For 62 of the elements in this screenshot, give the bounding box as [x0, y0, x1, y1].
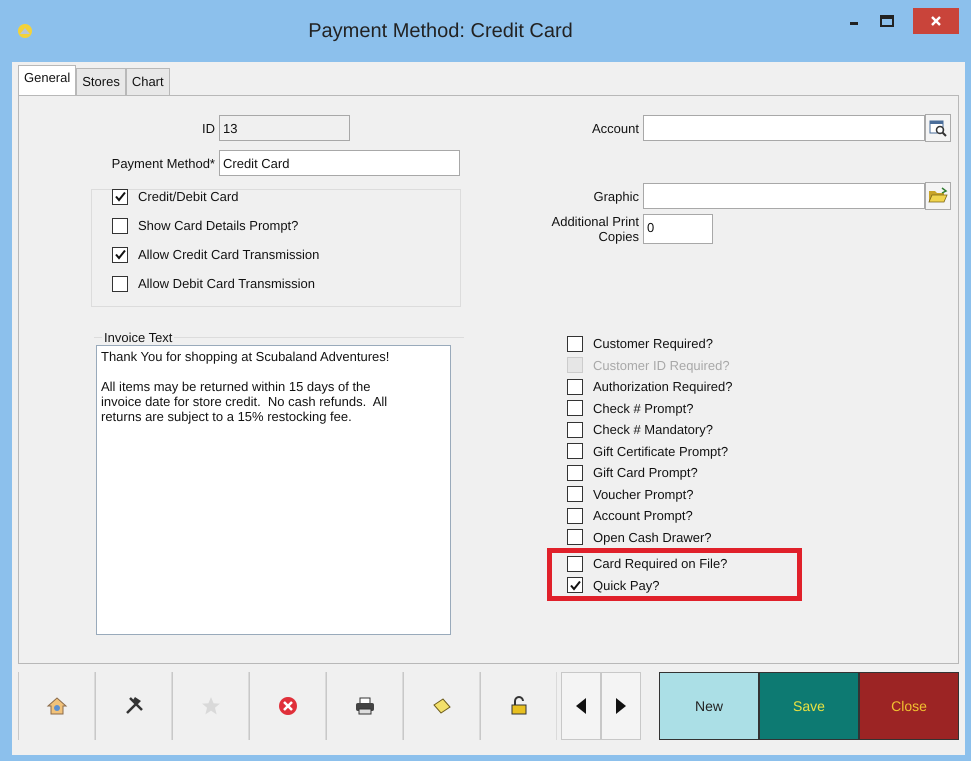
checkbox-label: Check # Prompt?: [593, 400, 694, 416]
checkbox[interactable]: [112, 218, 128, 234]
checkbox-label: Show Card Details Prompt?: [138, 218, 298, 233]
browse-button[interactable]: [925, 182, 951, 210]
checkbox-label: Authorization Required?: [593, 379, 732, 394]
lookup-button[interactable]: [925, 114, 951, 142]
account-field[interactable]: [643, 115, 925, 141]
checkbox-label: Customer ID Required?: [593, 358, 730, 373]
checkbox-label: Gift Certificate Prompt?: [593, 444, 728, 459]
checkbox[interactable]: [567, 378, 583, 395]
checkbox[interactable]: [567, 400, 583, 416]
checkbox-label: Check # Mandatory?: [593, 422, 713, 438]
nav-button[interactable]: [561, 672, 601, 740]
checkbox[interactable]: [567, 508, 583, 524]
field-label: ID: [201, 120, 216, 136]
close-button[interactable]: Close: [859, 672, 959, 740]
right-arrow-icon: [615, 697, 627, 715]
checkbox[interactable]: [112, 276, 128, 292]
checkbox[interactable]: [567, 486, 583, 502]
tab[interactable]: Chart: [126, 68, 170, 95]
field-label: Graphic: [592, 188, 640, 204]
checkbox[interactable]: [567, 529, 583, 546]
checkbox-label: Card Required on File?: [593, 556, 728, 572]
save-button[interactable]: Save: [759, 672, 859, 740]
checkbox-label: Credit/Debit Card: [138, 189, 238, 204]
new-button[interactable]: New: [659, 672, 759, 740]
field-label: Additional Print Copies: [550, 214, 640, 244]
close-button[interactable]: [913, 8, 959, 34]
checkbox-label: Allow Debit Card Transmission: [138, 276, 316, 291]
checkbox[interactable]: [567, 556, 583, 572]
home-icon: [46, 695, 68, 717]
group-label: Invoice Text: [102, 330, 174, 345]
tab[interactable]: Stores: [76, 68, 126, 95]
field-label: Account: [591, 120, 640, 136]
payment-method-field[interactable]: Credit Card: [219, 150, 460, 176]
checkbox[interactable]: [567, 464, 583, 481]
checkbox[interactable]: [567, 577, 583, 594]
invoice-text-field[interactable]: Thank You for shopping at Scubaland Adventures! All items may be returned within 15 days of the invoice date for store credit. No cash refunds. All returns are subject to a 15% restocking fee.: [96, 345, 451, 635]
checkbox[interactable]: [112, 188, 128, 204]
checkbox[interactable]: [567, 443, 583, 460]
checkbox-label: Voucher Prompt?: [593, 486, 694, 502]
window-title: Payment Method: Credit Card: [307, 20, 574, 42]
nav-button[interactable]: [601, 672, 641, 740]
delete-icon: [276, 695, 298, 717]
close-icon: [930, 15, 942, 27]
checkbox-label: Quick Pay?: [593, 578, 660, 593]
checkbox-label: Customer Required?: [593, 336, 713, 352]
tab[interactable]: General: [18, 65, 76, 95]
graphic-field[interactable]: [643, 183, 925, 209]
checkbox-label: Allow Credit Card Transmission: [138, 247, 320, 262]
printer-icon: [354, 695, 376, 717]
checkbox[interactable]: [567, 336, 583, 352]
app-icon: [16, 22, 34, 40]
checkbox-label: Gift Card Prompt?: [593, 465, 698, 480]
checkbox-label: Account Prompt?: [593, 508, 693, 524]
field-label: Payment Method*: [110, 156, 216, 170]
maximize-icon[interactable]: [879, 14, 895, 28]
checkbox[interactable]: [112, 246, 128, 262]
left-arrow-icon: [575, 697, 587, 715]
print-copies-field[interactable]: 0: [643, 214, 713, 244]
checkbox[interactable]: [567, 422, 583, 438]
checkbox-label: Open Cash Drawer?: [593, 530, 712, 545]
